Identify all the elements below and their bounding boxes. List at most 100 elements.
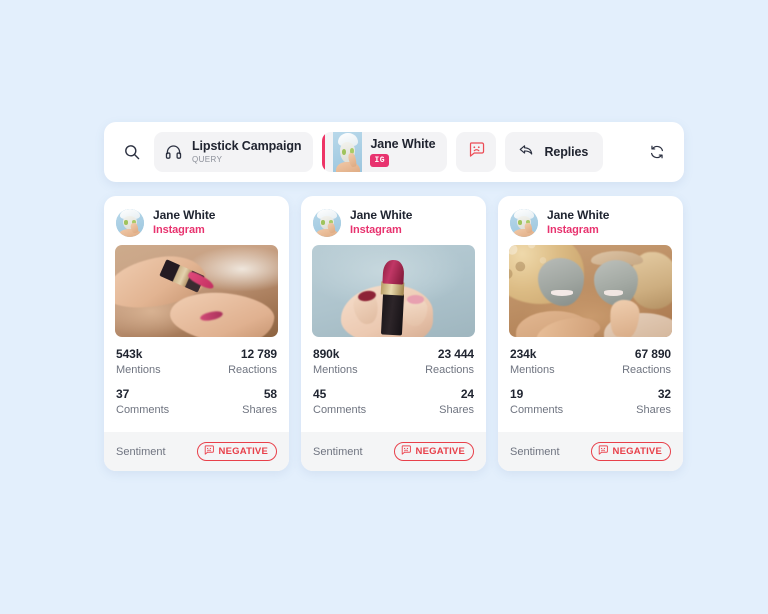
post-stats: 543k Mentions 12 789 Reactions 37 Commen… <box>104 337 289 422</box>
post-card[interactable]: Jane White Instagram 543k Mentions 12 78… <box>104 196 289 471</box>
sentiment-badge-text: NEGATIVE <box>218 446 268 457</box>
post-card-header: Jane White Instagram <box>301 196 486 245</box>
stat-reactions: 23 444 Reactions <box>425 347 474 378</box>
sad-face-bubble-icon <box>203 443 215 461</box>
profile-chip-meta: Jane White IG <box>370 137 436 167</box>
sentiment-badge[interactable]: NEGATIVE <box>590 442 671 461</box>
sad-face-bubble-icon <box>467 140 486 164</box>
query-chip-title: Lipstick Campaign <box>192 139 302 153</box>
query-chip-subtitle: QUERY <box>192 155 223 164</box>
stat-mentions: 890k Mentions <box>313 347 358 378</box>
sentiment-filter-chip[interactable] <box>456 132 497 172</box>
post-stats: 234k Mentions 67 890 Reactions 19 Commen… <box>498 337 683 422</box>
sentiment-badge-text: NEGATIVE <box>612 446 662 457</box>
refresh-icon[interactable] <box>644 139 670 165</box>
profile-chip[interactable]: Jane White IG <box>322 132 448 172</box>
stat-mentions: 234k Mentions <box>510 347 555 378</box>
avatar <box>510 208 538 237</box>
stat-row: 234k Mentions 67 890 Reactions <box>510 347 671 378</box>
sad-face-bubble-icon <box>400 443 412 461</box>
stat-row: 45 Comments 24 Shares <box>313 387 474 418</box>
stat-mentions: 543k Mentions <box>116 347 161 378</box>
post-card-header: Jane White Instagram <box>498 196 683 245</box>
query-chip-text: Lipstick Campaign QUERY <box>192 139 302 165</box>
stat-label: Shares <box>242 404 277 416</box>
stat-value: 45 <box>313 387 327 401</box>
profile-chip-avatar <box>333 132 363 172</box>
stat-value: 24 <box>460 387 474 401</box>
stat-value: 234k <box>510 347 537 361</box>
stat-label: Mentions <box>510 364 555 376</box>
stat-label: Shares <box>636 404 671 416</box>
post-network-name: Instagram <box>350 224 402 236</box>
stat-comments: 37 Comments <box>116 387 169 418</box>
sentiment-label: Sentiment <box>510 445 560 458</box>
sentiment-badge-text: NEGATIVE <box>415 446 465 457</box>
stat-value: 32 <box>657 387 671 401</box>
post-media-image[interactable] <box>509 245 672 337</box>
post-card-header: Jane White Instagram <box>104 196 289 245</box>
stat-row: 37 Comments 58 Shares <box>116 387 277 418</box>
sentiment-badge[interactable]: NEGATIVE <box>196 442 277 461</box>
stat-value: 58 <box>263 387 277 401</box>
post-author-name: Jane White <box>350 208 413 222</box>
stat-row: 890k Mentions 23 444 Reactions <box>313 347 474 378</box>
sad-face-bubble-icon <box>597 443 609 461</box>
sentiment-label: Sentiment <box>313 445 363 458</box>
stat-label: Comments <box>510 404 564 416</box>
stat-comments: 19 Comments <box>510 387 563 418</box>
post-sentiment-footer: Sentiment NEGATIVE <box>104 432 289 471</box>
app-root: Lipstick Campaign QUERY Jane White IG Re… <box>0 0 768 614</box>
headphones-icon <box>164 143 183 162</box>
stat-label: Reactions <box>425 364 474 376</box>
stat-reactions: 12 789 Reactions <box>228 347 277 378</box>
stat-label: Mentions <box>116 364 161 376</box>
post-card[interactable]: Jane White Instagram <box>498 196 683 471</box>
post-card-author: Jane White Instagram <box>547 208 609 237</box>
stat-reactions: 67 890 Reactions <box>622 347 671 378</box>
stat-value: 890k <box>313 347 340 361</box>
stat-value: 543k <box>116 347 143 361</box>
post-media-image[interactable] <box>115 245 278 337</box>
stat-value: 23 444 <box>437 347 474 361</box>
sentiment-label: Sentiment <box>116 445 166 458</box>
post-network-name: Instagram <box>547 224 599 236</box>
filter-toolbar: Lipstick Campaign QUERY Jane White IG Re… <box>104 122 684 182</box>
post-sentiment-footer: Sentiment NEGATIVE <box>301 432 486 471</box>
query-chip[interactable]: Lipstick Campaign QUERY <box>154 132 314 172</box>
search-icon[interactable] <box>118 138 146 166</box>
post-card[interactable]: Jane White Instagram <box>301 196 486 471</box>
post-sentiment-footer: Sentiment NEGATIVE <box>498 432 683 471</box>
post-media-image[interactable] <box>312 245 475 337</box>
sentiment-badge[interactable]: NEGATIVE <box>393 442 474 461</box>
stat-value: 37 <box>116 387 130 401</box>
stat-value: 12 789 <box>240 347 277 361</box>
profile-chip-name: Jane White <box>370 137 436 151</box>
profile-accent-bar <box>322 132 326 172</box>
reply-arrow-icon <box>517 141 535 164</box>
stat-row: 543k Mentions 12 789 Reactions <box>116 347 277 378</box>
post-card-list: Jane White Instagram 543k Mentions 12 78… <box>104 196 684 471</box>
post-author-name: Jane White <box>153 208 216 222</box>
instagram-badge: IG <box>370 154 390 167</box>
stat-value: 19 <box>510 387 524 401</box>
avatar <box>116 208 144 237</box>
replies-chip[interactable]: Replies <box>505 132 604 172</box>
post-author-name: Jane White <box>547 208 610 222</box>
stat-label: Mentions <box>313 364 358 376</box>
stat-label: Reactions <box>622 364 671 376</box>
stat-label: Shares <box>439 404 474 416</box>
post-network-name: Instagram <box>153 224 205 236</box>
post-stats: 890k Mentions 23 444 Reactions 45 Commen… <box>301 337 486 422</box>
avatar <box>313 208 341 237</box>
post-card-author: Jane White Instagram <box>153 208 215 237</box>
stat-shares: 32 Shares <box>636 387 671 418</box>
stat-shares: 24 Shares <box>439 387 474 418</box>
stat-label: Reactions <box>228 364 277 376</box>
stat-comments: 45 Comments <box>313 387 366 418</box>
stat-row: 19 Comments 32 Shares <box>510 387 671 418</box>
stat-shares: 58 Shares <box>242 387 277 418</box>
post-card-author: Jane White Instagram <box>350 208 412 237</box>
stat-label: Comments <box>116 404 170 416</box>
stat-value: 67 890 <box>634 347 671 361</box>
